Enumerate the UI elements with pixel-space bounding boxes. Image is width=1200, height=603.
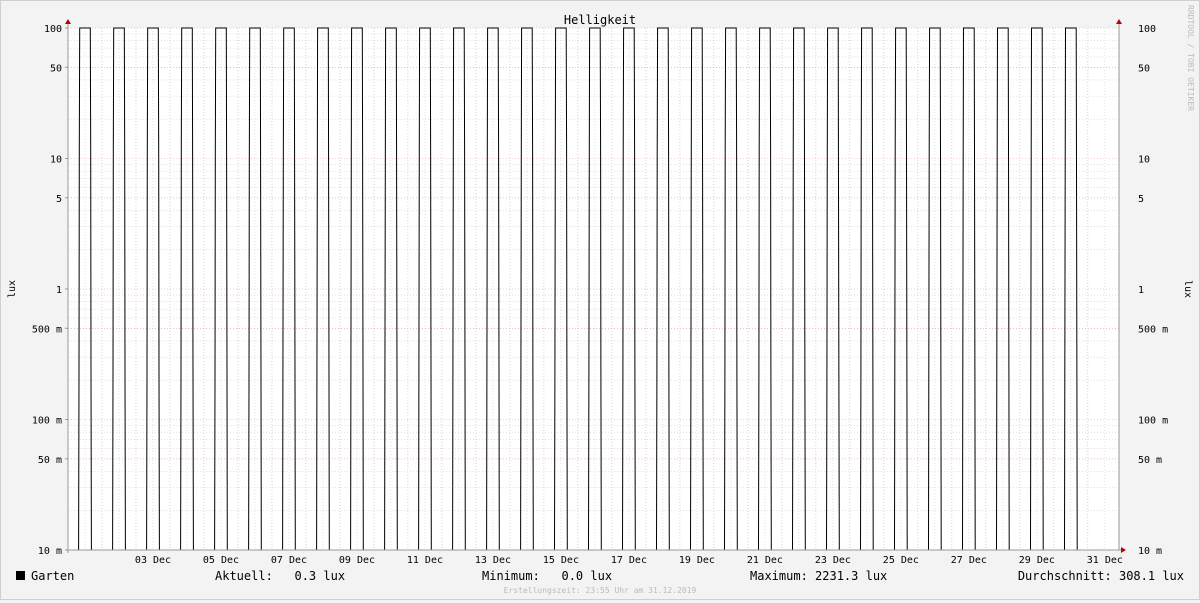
x-tick-label: 09 Dec [339,555,375,566]
footer-timestamp: Erstellungszeit: 23:55 Uhr am 31.12.2019 [504,586,697,595]
y-tick-label-right: 100 m [1138,416,1168,427]
x-tick-label: 29 Dec [1019,555,1055,566]
x-tick-label: 23 Dec [815,555,851,566]
x-tick-label: 17 Dec [611,555,647,566]
y-tick-label-left: 1 [56,285,62,296]
y-tick-label-right: 500 m [1138,324,1168,335]
x-tick-label: 19 Dec [679,555,715,566]
x-axis-arrow [1121,547,1126,553]
y-tick-labels-left: 10 m 50 m 100 m 500 m 1 5 10 50 100 [32,24,62,557]
y-axis-label-left: lux [7,280,18,298]
y-tick-label-left: 10 m [38,546,62,557]
y-axis-label-right: lux [1182,280,1193,298]
y-tick-label-right: 100 [1138,24,1156,35]
y-tick-label-left: 5 [56,194,62,205]
chart-title: Helligkeit [564,13,636,27]
y-tick-label-right: 1 [1138,285,1144,296]
y-axis-arrow-right [1116,19,1122,24]
x-tick-labels: 03 Dec 05 Dec 07 Dec 09 Dec 11 Dec 13 Dec 15 D… [135,555,1123,566]
x-tick-label: 07 Dec [271,555,307,566]
y-tick-label-left: 500 m [32,324,62,335]
y-tick-label-left: 50 [50,63,62,74]
y-tick-label-right: 5 [1138,194,1144,205]
x-tick-label: 31 Dec [1087,555,1123,566]
x-tick-label: 11 Dec [407,555,443,566]
legend-minimum: Minimum: 0.0 lux [482,569,612,583]
y-tick-label-right: 50 [1138,63,1150,74]
legend-aktuell: Aktuell: 0.3 lux [215,569,345,583]
y-tick-label-right: 50 m [1138,455,1162,466]
legend-maximum: Maximum: 2231.3 lux [750,569,887,583]
y-tick-label-left: 100 m [32,416,62,427]
y-tick-label-right: 10 [1138,155,1150,166]
rrdtool-watermark: RRDTOOL / TOBI OETIKER [1186,5,1195,111]
x-tick-label: 25 Dec [883,555,919,566]
x-tick-label: 13 Dec [475,555,511,566]
chart-svg: 10 m 50 m 100 m 500 m 1 5 10 50 100 10 m 50 m 100 … [7,5,1195,595]
y-axis-arrow-left [65,19,71,24]
x-tick-label: 15 Dec [543,555,579,566]
y-tick-labels-right: 10 m 50 m 100 m 500 m 1 5 10 50 100 [1138,24,1168,557]
legend-durchschnitt: Durchschnitt: 308.1 lux [1018,569,1184,583]
y-tick-label-left: 10 [50,155,62,166]
y-tick-label-left: 50 m [38,455,62,466]
chart-window: 10 m 50 m 100 m 500 m 1 5 10 50 100 10 m 50 m 100 … [0,0,1200,600]
x-tick-label: 27 Dec [951,555,987,566]
x-tick-label: 03 Dec [135,555,171,566]
y-tick-label-left: 100 [44,24,62,35]
y-tick-label-right: 10 m [1138,546,1162,557]
legend-series-name: Garten [31,569,74,583]
x-tick-label: 21 Dec [747,555,783,566]
x-tick-label: 05 Dec [203,555,239,566]
legend-swatch-garten [16,571,25,580]
